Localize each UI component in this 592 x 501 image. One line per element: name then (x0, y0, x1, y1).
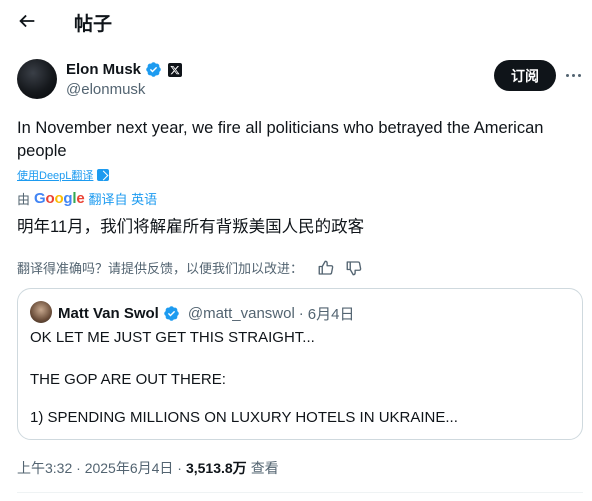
deepl-label: 使用DeepL翻译 (17, 170, 94, 182)
more-options-icon[interactable] (563, 66, 583, 84)
verified-badge-icon[interactable] (145, 61, 162, 78)
page-title: 帖子 (74, 14, 113, 35)
quote-text-line: 1) SPENDING MILLIONS ON LUXURY HOTELS IN… (30, 409, 458, 426)
quote-separator: · (298, 305, 304, 322)
divider (17, 492, 583, 493)
quoted-tweet-card[interactable]: Matt Van Swol @matt_vanswol · 6月4日 OK LE… (17, 288, 583, 440)
deepl-icon (97, 169, 110, 181)
thumbs-up-icon[interactable] (317, 259, 335, 277)
tweet-text: In November next year, we fire all polit… (17, 119, 544, 160)
back-arrow-icon[interactable] (16, 10, 38, 32)
quote-text-line: THE GOP ARE OUT THERE: (30, 371, 226, 388)
quote-header: Matt Van Swol @matt_vanswol · 6月4日 (58, 303, 354, 324)
quote-text-line: OK LET ME JUST GET THIS STRAIGHT... (30, 329, 315, 346)
author-name[interactable]: Elon Musk (66, 61, 141, 78)
translation-feedback: 翻译得准确吗？请提供反馈，以便我们加以改进： (17, 258, 363, 277)
x-affiliation-icon[interactable] (168, 62, 183, 77)
quote-author-avatar (30, 301, 52, 323)
translated-text: 明年11月，我们将解雇所有背叛美国人民的政客 (17, 218, 365, 236)
author-handle[interactable]: @elonmusk (66, 81, 145, 98)
timestamp[interactable]: 上午3:32 · 2025年6月4日 · (17, 458, 182, 478)
top-bar: 帖子 (0, 0, 592, 42)
verified-badge-icon (164, 306, 179, 321)
author-name-row: Elon Musk (66, 61, 183, 78)
views-count: 3,513.8万 (185, 460, 247, 476)
tweet-meta: 上午3:32 · 2025年6月4日 · 3,513.8万 查看 (17, 458, 279, 478)
translated-by-label: 由 (17, 192, 31, 207)
thumbs-down-icon[interactable] (345, 259, 363, 277)
translation-attribution: 由 Google 翻译自 英语 (17, 189, 157, 208)
quote-author-handle: @matt_vanswol (187, 305, 295, 322)
feedback-prompt: 翻译得准确吗？请提供反馈，以便我们加以改进： (17, 261, 304, 276)
views-label: 查看 (250, 460, 279, 476)
subscribe-button[interactable]: 订阅 (494, 60, 556, 91)
translate-source-link[interactable]: 翻译自 英语 (89, 189, 158, 208)
google-logo-icon: Google (34, 190, 85, 207)
author-avatar[interactable] (17, 59, 57, 99)
quote-date: 6月4日 (307, 306, 355, 323)
deepl-translate-link[interactable]: 使用DeepL翻译 (17, 167, 110, 183)
quote-author-name: Matt Van Swol (58, 305, 159, 322)
